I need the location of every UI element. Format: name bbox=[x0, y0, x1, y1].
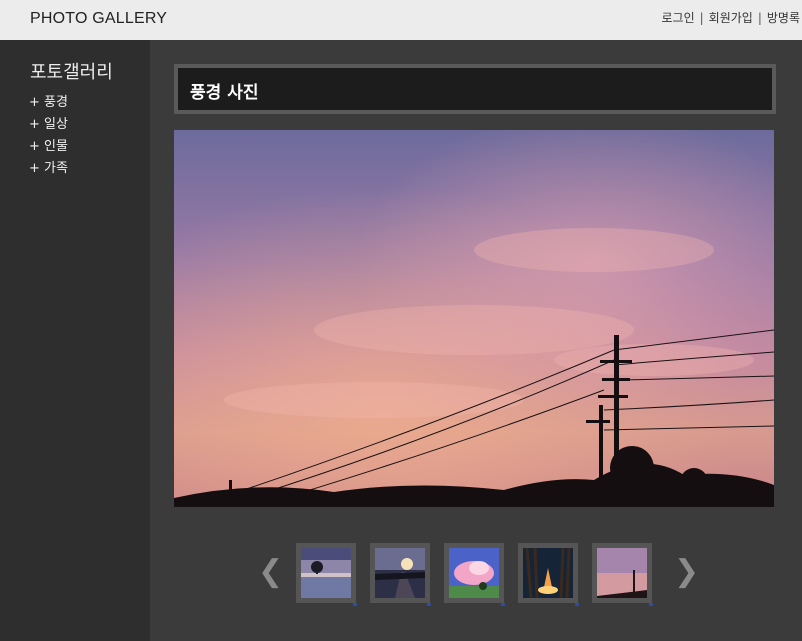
top-links: 로그인 | 회원가입 | 방명록 bbox=[661, 9, 800, 26]
next-arrow-icon[interactable]: ❯ bbox=[674, 557, 699, 587]
top-bar: PHOTO GALLERY 로그인 | 회원가입 | 방명록 bbox=[0, 0, 802, 40]
thumbnail-indicator bbox=[575, 603, 579, 606]
sidebar-item-daily[interactable]: + 일상 bbox=[29, 114, 68, 136]
sidebar-item-landscape[interactable]: + 풍경 bbox=[29, 92, 68, 114]
sidebar-menu: + 풍경 + 일상 + 인물 + 가족 bbox=[29, 92, 68, 180]
sunset-sky-photo bbox=[174, 130, 774, 507]
sidebar: 포토갤러리 + 풍경 + 일상 + 인물 + 가족 bbox=[0, 40, 150, 641]
pink-sky-thumb bbox=[597, 548, 647, 598]
site-brand[interactable]: PHOTO GALLERY bbox=[30, 10, 167, 28]
main-content: 풍경 사진 ❮ ❯ bbox=[150, 40, 802, 641]
thumbnail-item[interactable] bbox=[444, 543, 505, 606]
pink-cloud-thumb bbox=[449, 548, 499, 598]
sidebar-item-people[interactable]: + 인물 bbox=[29, 136, 68, 158]
thumbnail-strip: ❮ ❯ bbox=[150, 543, 802, 606]
thumbnail-indicator bbox=[353, 603, 357, 606]
thumbnail-indicator bbox=[501, 603, 505, 606]
thumbnail-item[interactable] bbox=[592, 543, 653, 606]
login-link[interactable]: 로그인 bbox=[661, 9, 694, 26]
link-divider: | bbox=[757, 10, 762, 25]
guestbook-link[interactable]: 방명록 bbox=[767, 9, 800, 26]
link-divider: | bbox=[699, 10, 704, 25]
sidebar-title: 포토갤러리 bbox=[30, 62, 113, 83]
page-title-box: 풍경 사진 bbox=[174, 64, 776, 114]
prev-arrow-icon[interactable]: ❮ bbox=[258, 557, 283, 587]
page-title: 풍경 사진 bbox=[190, 83, 259, 103]
thumbnail-item[interactable] bbox=[370, 543, 431, 606]
lake-reflection-thumb bbox=[301, 548, 351, 598]
campfire-night-thumb bbox=[523, 548, 573, 598]
thumbnail-item[interactable] bbox=[296, 543, 357, 606]
sidebar-item-family[interactable]: + 가족 bbox=[29, 158, 68, 180]
railway-sunset-thumb bbox=[375, 548, 425, 598]
signup-link[interactable]: 회원가입 bbox=[709, 9, 753, 26]
thumbnail-indicator bbox=[649, 603, 653, 606]
main-photo[interactable] bbox=[174, 130, 774, 507]
thumbnail-item[interactable] bbox=[518, 543, 579, 606]
thumbnail-indicator bbox=[427, 603, 431, 606]
